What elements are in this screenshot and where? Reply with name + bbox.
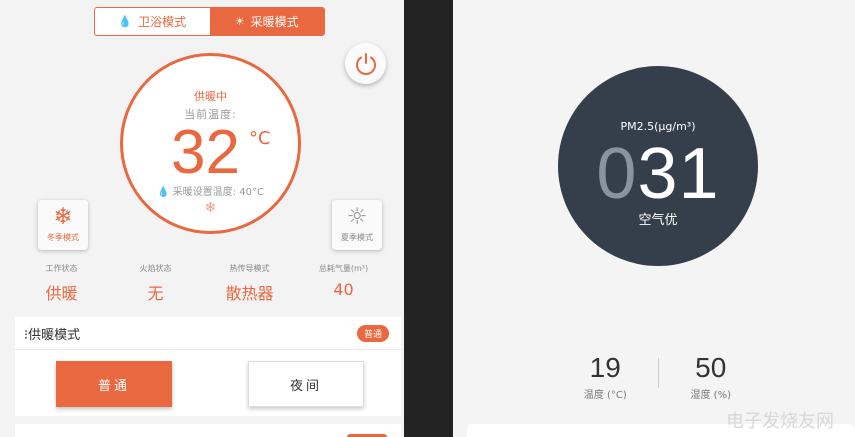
environment-readings: 19 温度 (°C) 50 湿度 (%) [553, 352, 763, 401]
heat-mode-tab[interactable]: ☀ 采暖模式 [209, 8, 324, 35]
stat-label: 火焰状态 [139, 264, 172, 273]
winter-mode-button[interactable]: ❄ 冬季模式 [38, 200, 88, 250]
summer-mode-button[interactable]: ☼ 夏季模式 [332, 200, 382, 250]
winter-mode-label: 冬季模式 [47, 233, 79, 242]
watermark: 电子发烧友网 [726, 411, 834, 432]
section-header: ⁝供暖模式 普通 [15, 317, 401, 350]
current-temperature: 32 [171, 118, 240, 187]
bath-mode-label: 卫浴模式 [138, 15, 187, 29]
normal-mode-button[interactable]: 普通 [56, 361, 172, 407]
summer-mode-label: 夏季模式 [341, 233, 373, 242]
stat-work-status: 工作状态 供暖 [15, 263, 108, 304]
panel-divider [404, 0, 453, 437]
temperature-label: 温度 (°C) [583, 390, 627, 401]
power-icon [355, 52, 376, 75]
night-mode-button[interactable]: 夜间 [248, 361, 364, 407]
section-title-text: 供暖模式 [28, 327, 81, 343]
stat-heat-mode: 热传导模式 散热器 [203, 263, 296, 304]
heat-mode-label: 采暖模式 [250, 15, 299, 29]
app-screen: 💧 卫浴模式 ☀ 采暖模式 供暖中 当前温度: 32 °C 💧 采暖设置温度: … [0, 0, 855, 437]
status-stats: 工作状态 供暖 火焰状态 无 热传导模式 散热器 总耗气量(m³) 40 [15, 263, 390, 304]
stat-value: 40 [333, 280, 354, 299]
mode-switch: 💧 卫浴模式 ☀ 采暖模式 [94, 7, 325, 36]
pm25-digits: 31 [637, 134, 720, 214]
air-quality-text: 空气优 [638, 213, 678, 228]
boiler-control-panel: 💧 卫浴模式 ☀ 采暖模式 供暖中 当前温度: 32 °C 💧 采暖设置温度: … [0, 0, 404, 437]
stat-flame-status: 火焰状态 无 [109, 263, 202, 304]
next-section-card [15, 424, 401, 437]
pm25-gauge: PM2.5(μg/m³) 031 空气优 [558, 66, 758, 266]
pm25-value: 031 [558, 136, 758, 212]
humidity-label: 湿度 (%) [690, 390, 731, 401]
temperature-reading: 19 温度 (°C) [553, 352, 658, 401]
temperature-dial: 供暖中 当前温度: 32 °C 💧 采暖设置温度: 40°C ❄ [120, 53, 301, 234]
stat-value: 无 [147, 284, 164, 303]
heating-status: 供暖中 [194, 90, 227, 103]
stat-value: 供暖 [45, 284, 78, 303]
humidity-reading: 50 湿度 (%) [659, 352, 764, 401]
heating-mode-section: ⁝供暖模式 普通 普通 夜间 [15, 317, 401, 416]
water-drop-icon: 💧 [157, 187, 170, 198]
snowflake-icon: ❄ [204, 200, 217, 216]
snowflake-icon: ❄ [53, 204, 73, 230]
section-title: ⁝供暖模式 [24, 327, 81, 343]
humidity-value: 50 [695, 352, 727, 383]
stat-label: 总耗气量(m³) [318, 264, 369, 273]
sun-icon: ☀ [234, 15, 245, 28]
stat-label: 工作状态 [45, 264, 78, 273]
pm25-lead-digit: 0 [596, 134, 638, 214]
temperature-value: 19 [589, 352, 621, 383]
mode-badge: 普通 [356, 324, 389, 342]
bath-mode-tab[interactable]: 💧 卫浴模式 [95, 8, 210, 35]
set-temperature-text: 采暖设置温度: 40°C [172, 187, 264, 198]
stat-value: 散热器 [225, 284, 274, 303]
pm25-label: PM2.5(μg/m³) [620, 120, 696, 133]
air-quality-panel: PM2.5(μg/m³) 031 空气优 19 温度 (°C) 50 湿度 (%… [453, 0, 855, 437]
temperature-unit: °C [249, 128, 271, 149]
sun-icon: ☼ [346, 204, 368, 230]
stat-label: 热传导模式 [229, 264, 270, 273]
set-temperature: 💧 采暖设置温度: 40°C [123, 183, 298, 198]
power-button[interactable] [345, 43, 386, 84]
stat-gas-total: 总耗气量(m³) 40 [297, 263, 390, 304]
water-drop-icon: 💧 [118, 15, 133, 28]
